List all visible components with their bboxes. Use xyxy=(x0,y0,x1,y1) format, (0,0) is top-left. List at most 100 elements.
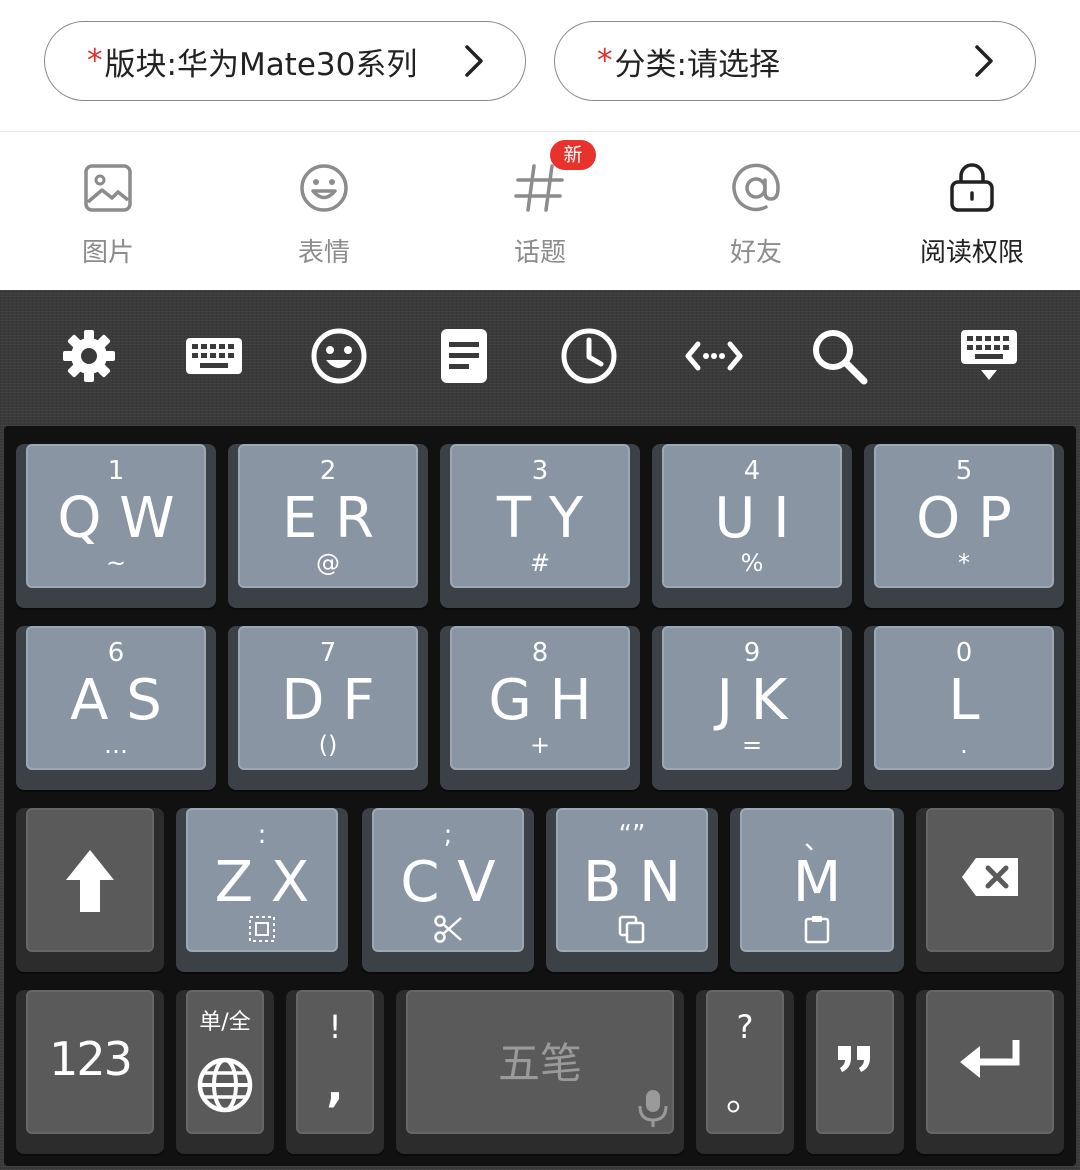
key-symbol: ; xyxy=(443,820,453,850)
search-icon[interactable] xyxy=(809,326,869,386)
key-number: 5 xyxy=(955,456,973,486)
language-key[interactable]: 单/全 xyxy=(176,990,274,1154)
key-bn[interactable]: “” B N xyxy=(546,808,718,972)
key-m[interactable]: 、 M xyxy=(730,808,904,972)
toolbar-read-permission-button[interactable]: 阅读权限 xyxy=(902,160,1042,270)
select-all-icon xyxy=(249,916,275,942)
key-symbol: @ xyxy=(316,549,340,577)
settings-icon[interactable] xyxy=(59,326,119,386)
key-number: 1 xyxy=(107,456,125,486)
key-letters: J K xyxy=(716,668,788,733)
backspace-icon xyxy=(962,858,1018,896)
key-qw[interactable]: 1 Q W ~ xyxy=(16,444,216,608)
required-mark: * xyxy=(597,43,613,79)
key-number: 0 xyxy=(955,638,973,668)
numbers-key-label: 123 xyxy=(49,1032,133,1086)
key-number: 9 xyxy=(743,638,761,668)
key-symbol: . xyxy=(960,731,968,759)
toolbar-image-button[interactable]: 图片 xyxy=(38,160,178,270)
toolbar-emoji-button[interactable]: 表情 xyxy=(254,160,394,270)
keyboard-icon[interactable] xyxy=(184,326,244,386)
key-letters: O P xyxy=(916,486,1012,551)
numbers-key[interactable]: 123 xyxy=(16,990,164,1154)
hide-keyboard-icon[interactable] xyxy=(959,326,1019,386)
divider xyxy=(0,131,1080,132)
globe-icon xyxy=(197,1057,253,1113)
key-number: 3 xyxy=(531,456,549,486)
comma-key[interactable]: ! , xyxy=(286,990,384,1154)
image-icon xyxy=(84,164,132,212)
key-letters: D F xyxy=(281,668,375,733)
key-number: 8 xyxy=(531,638,549,668)
cursor-move-icon[interactable] xyxy=(684,326,744,386)
key-symbol: … xyxy=(104,731,128,759)
key-er[interactable]: 2 E R @ xyxy=(228,444,428,608)
key-ty[interactable]: 3 T Y # xyxy=(440,444,640,608)
emoji-icon[interactable] xyxy=(309,326,369,386)
key-number: 2 xyxy=(319,456,337,486)
exclamation-label: ! xyxy=(328,1008,342,1046)
key-as[interactable]: 6 A S … xyxy=(16,626,216,790)
key-symbol: % xyxy=(740,549,764,577)
quote-key[interactable] xyxy=(806,990,904,1154)
quote-icon xyxy=(838,1046,870,1072)
key-letters: Q W xyxy=(57,486,175,551)
key-symbol: = xyxy=(741,731,763,759)
microphone-icon xyxy=(638,1090,668,1127)
key-op[interactable]: 5 O P * xyxy=(864,444,1064,608)
key-cv[interactable]: ; C V xyxy=(362,808,534,972)
key-letters: Z X xyxy=(214,850,310,915)
key-ui[interactable]: 4 U I % xyxy=(652,444,852,608)
key-letters: L xyxy=(948,668,980,733)
key-symbol: + xyxy=(529,731,551,759)
key-symbol: : xyxy=(257,820,267,850)
shift-arrow-icon xyxy=(66,850,114,912)
lock-icon xyxy=(950,163,994,212)
toolbar-friends-label: 好友 xyxy=(729,238,782,268)
key-gh[interactable]: 8 G H + xyxy=(440,626,640,790)
enter-icon xyxy=(960,1040,1020,1078)
scissors-icon xyxy=(434,915,462,943)
at-icon xyxy=(732,163,780,212)
space-key[interactable]: 五笔 xyxy=(396,990,684,1154)
board-selector[interactable]: * 版块:华为Mate30系列 xyxy=(44,21,526,101)
key-number: 6 xyxy=(107,638,125,668)
period-key[interactable]: ? 。 xyxy=(696,990,794,1154)
key-zx[interactable]: : Z X xyxy=(176,808,348,972)
paste-icon xyxy=(804,916,830,944)
history-icon[interactable] xyxy=(559,326,619,386)
chevron-right-icon xyxy=(975,45,993,77)
key-symbol: # xyxy=(529,549,551,577)
key-letters: A S xyxy=(70,668,162,733)
copy-icon xyxy=(618,915,645,944)
category-selector[interactable]: * 分类:请选择 xyxy=(554,21,1036,101)
question-label: ? xyxy=(736,1008,754,1046)
key-l[interactable]: 0 L . xyxy=(864,626,1064,790)
backspace-key[interactable] xyxy=(916,808,1064,972)
key-letters: U I xyxy=(714,486,790,551)
key-letters: B N xyxy=(582,850,682,915)
toolbar-friends-button[interactable]: 好友 xyxy=(686,160,826,270)
key-number: 7 xyxy=(319,638,337,668)
toolbar-topic-label: 话题 xyxy=(513,238,566,268)
key-symbol: () xyxy=(318,731,338,759)
key-letters: M xyxy=(792,850,842,915)
required-mark: * xyxy=(87,43,103,79)
enter-key[interactable] xyxy=(916,990,1064,1154)
key-df[interactable]: 7 D F () xyxy=(228,626,428,790)
key-letters: G H xyxy=(488,668,592,733)
shift-key[interactable] xyxy=(16,808,164,972)
key-letters: E R xyxy=(281,486,375,551)
key-jk[interactable]: 9 J K = xyxy=(652,626,852,790)
key-symbol: ~ xyxy=(105,549,127,577)
half-full-width-label: 单/全 xyxy=(199,1010,251,1035)
toolbar-topic-button[interactable]: 话题 xyxy=(470,160,610,270)
toolbar-image-label: 图片 xyxy=(81,238,134,268)
key-symbol: * xyxy=(958,549,970,577)
clipboard-icon[interactable] xyxy=(434,326,494,386)
key-symbol: “” xyxy=(618,820,646,850)
comma-label: , xyxy=(326,1058,344,1112)
toolbar-read-permission-label: 阅读权限 xyxy=(919,238,1024,268)
board-selector-label: 版块:华为Mate30系列 xyxy=(104,46,418,83)
space-key-label: 五笔 xyxy=(497,1039,582,1088)
